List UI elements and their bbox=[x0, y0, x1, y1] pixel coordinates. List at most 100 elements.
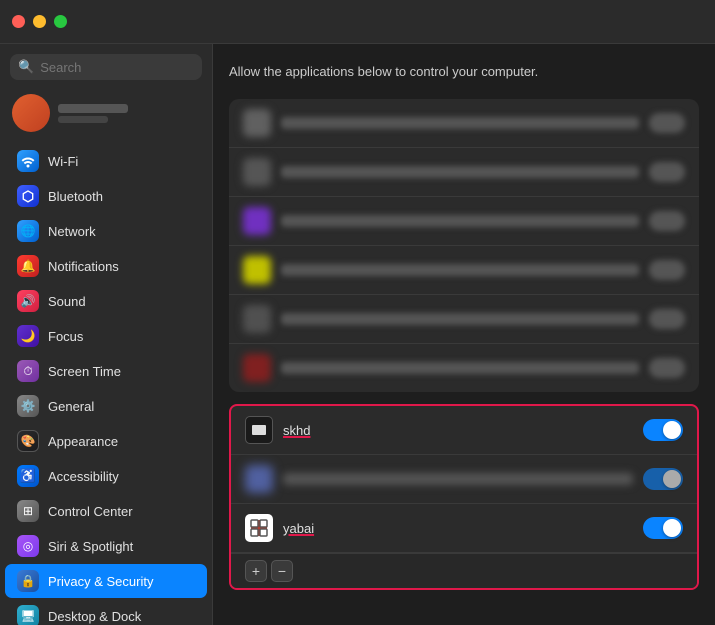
yabai-icon bbox=[245, 514, 273, 542]
search-icon: 🔍 bbox=[18, 59, 34, 75]
minus-icon: − bbox=[278, 563, 286, 579]
search-input[interactable] bbox=[40, 60, 213, 75]
blurred-toggle-1 bbox=[649, 113, 685, 133]
sidebar-label-focus: Focus bbox=[48, 329, 83, 344]
sidebar-label-controlcenter: Control Center bbox=[48, 504, 133, 519]
yabai-row: yabai bbox=[231, 504, 697, 553]
blurred-icon-3 bbox=[243, 207, 271, 235]
sidebar-item-siri[interactable]: ◎ Siri & Spotlight bbox=[5, 529, 207, 563]
blurred-toggle-4 bbox=[649, 260, 685, 280]
network-icon: 🌐 bbox=[17, 220, 39, 242]
yabai-toggle-knob bbox=[663, 519, 681, 537]
sidebar-item-privacy[interactable]: 🔒 Privacy & Security bbox=[5, 564, 207, 598]
blurred-icon-4 bbox=[243, 256, 271, 284]
titlebar bbox=[0, 0, 715, 44]
sidebar-item-notifications[interactable]: 🔔 Notifications bbox=[5, 249, 207, 283]
content-area: Allow the applications below to control … bbox=[213, 44, 715, 625]
sidebar-item-focus[interactable]: 🌙 Focus bbox=[5, 319, 207, 353]
sidebar-label-screentime: Screen Time bbox=[48, 364, 121, 379]
sidebar-item-accessibility[interactable]: ♿ Accessibility bbox=[5, 459, 207, 493]
blurred-row-3 bbox=[229, 197, 699, 246]
wifi-icon bbox=[17, 150, 39, 172]
user-section[interactable] bbox=[0, 86, 212, 140]
sidebar-item-screentime[interactable]: ⏱ Screen Time bbox=[5, 354, 207, 388]
sidebar-label-privacy: Privacy & Security bbox=[48, 574, 153, 589]
general-icon: ⚙️ bbox=[17, 395, 39, 417]
blurred-icon-2 bbox=[243, 158, 271, 186]
blurred-icon-5 bbox=[243, 305, 271, 333]
sidebar-label-appearance: Appearance bbox=[48, 434, 118, 449]
sidebar-label-siri: Siri & Spotlight bbox=[48, 539, 133, 554]
highlighted-section: skhd bbox=[229, 404, 699, 590]
minimize-button[interactable] bbox=[33, 15, 46, 28]
controlcenter-icon: ⊞ bbox=[17, 500, 39, 522]
sidebar: 🔍 Wi-Fi ⬡ Bluetooth 🌐 Network bbox=[0, 0, 213, 625]
sidebar-label-bluetooth: Bluetooth bbox=[48, 189, 103, 204]
sidebar-item-general[interactable]: ⚙️ General bbox=[5, 389, 207, 423]
skhd-toggle-knob bbox=[663, 421, 681, 439]
blurred-name-1 bbox=[281, 117, 639, 129]
bluetooth-icon: ⬡ bbox=[17, 185, 39, 207]
sidebar-item-appearance[interactable]: 🎨 Appearance bbox=[5, 424, 207, 458]
search-container[interactable]: 🔍 bbox=[10, 54, 202, 80]
sound-icon: 🔊 bbox=[17, 290, 39, 312]
yabai-name: yabai bbox=[283, 521, 633, 536]
sidebar-item-wifi[interactable]: Wi-Fi bbox=[5, 144, 207, 178]
screentime-icon: ⏱ bbox=[17, 360, 39, 382]
blurred-icon-1 bbox=[243, 109, 271, 137]
skhd-toggle[interactable] bbox=[643, 419, 683, 441]
blurred-middle-icon bbox=[245, 465, 273, 493]
desktop-icon: 🖥 bbox=[17, 605, 39, 625]
blurred-icon-6 bbox=[243, 354, 271, 382]
blurred-row-5 bbox=[229, 295, 699, 344]
sidebar-label-wifi: Wi-Fi bbox=[48, 154, 78, 169]
blurred-middle-name bbox=[283, 473, 633, 485]
skhd-row: skhd bbox=[231, 406, 697, 455]
blurred-name-3 bbox=[281, 215, 639, 227]
maximize-button[interactable] bbox=[54, 15, 67, 28]
sidebar-item-sound[interactable]: 🔊 Sound bbox=[5, 284, 207, 318]
blurred-toggle-6 bbox=[649, 358, 685, 378]
avatar bbox=[12, 94, 50, 132]
blurred-middle-row bbox=[231, 455, 697, 504]
accessibility-icon: ♿ bbox=[17, 465, 39, 487]
blurred-toggle-3 bbox=[649, 211, 685, 231]
sidebar-label-general: General bbox=[48, 399, 94, 414]
user-info bbox=[58, 104, 128, 123]
bottom-toolbar: + − bbox=[231, 553, 697, 588]
blurred-middle-knob bbox=[663, 470, 681, 488]
notifications-icon: 🔔 bbox=[17, 255, 39, 277]
blurred-row-2 bbox=[229, 148, 699, 197]
blurred-middle-toggle[interactable] bbox=[643, 468, 683, 490]
sidebar-label-sound: Sound bbox=[48, 294, 86, 309]
sidebar-label-accessibility: Accessibility bbox=[48, 469, 119, 484]
yabai-toggle[interactable] bbox=[643, 517, 683, 539]
sidebar-label-notifications: Notifications bbox=[48, 259, 119, 274]
skhd-icon bbox=[245, 416, 273, 444]
sidebar-item-network[interactable]: 🌐 Network bbox=[5, 214, 207, 248]
blurred-toggle-5 bbox=[649, 309, 685, 329]
remove-app-button[interactable]: − bbox=[271, 560, 293, 582]
sidebar-label-network: Network bbox=[48, 224, 96, 239]
main-content: Allow the applications below to control … bbox=[213, 0, 715, 625]
blurred-row-6 bbox=[229, 344, 699, 392]
blurred-name-2 bbox=[281, 166, 639, 178]
sidebar-item-bluetooth[interactable]: ⬡ Bluetooth bbox=[5, 179, 207, 213]
user-sub-bar bbox=[58, 116, 108, 123]
siri-icon: ◎ bbox=[17, 535, 39, 557]
skhd-name: skhd bbox=[283, 423, 633, 438]
blurred-row-4 bbox=[229, 246, 699, 295]
blurred-apps-list bbox=[229, 99, 699, 392]
privacy-icon: 🔒 bbox=[17, 570, 39, 592]
sidebar-item-controlcenter[interactable]: ⊞ Control Center bbox=[5, 494, 207, 528]
skhd-icon-inner bbox=[252, 425, 266, 435]
focus-icon: 🌙 bbox=[17, 325, 39, 347]
close-button[interactable] bbox=[12, 15, 25, 28]
blurred-name-5 bbox=[281, 313, 639, 325]
add-app-button[interactable]: + bbox=[245, 560, 267, 582]
blurred-row-1 bbox=[229, 99, 699, 148]
description-text: Allow the applications below to control … bbox=[229, 60, 699, 87]
add-icon: + bbox=[252, 563, 260, 579]
sidebar-item-desktop[interactable]: 🖥 Desktop & Dock bbox=[5, 599, 207, 625]
blurred-name-4 bbox=[281, 264, 639, 276]
